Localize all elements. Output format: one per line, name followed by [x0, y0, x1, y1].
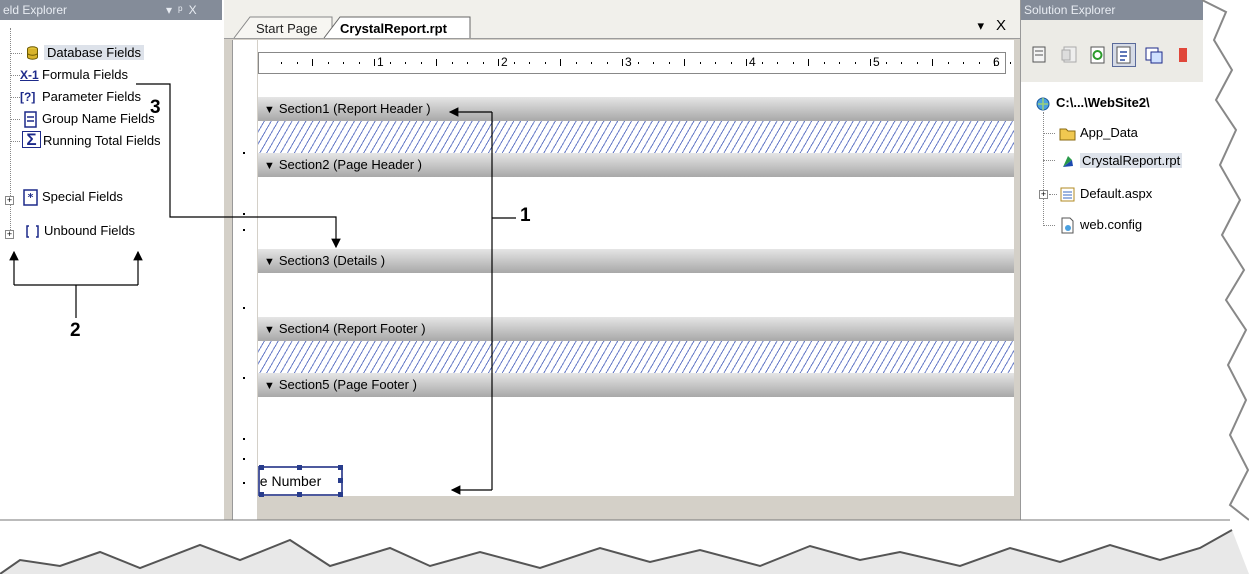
annotation-label-1: 1 — [520, 205, 531, 226]
annotation-arrow-3 — [136, 83, 341, 249]
annotation-label-3: 3 — [150, 97, 161, 118]
annotation-label-2: 2 — [70, 320, 81, 341]
annotation-overlay — [9, 83, 516, 495]
app-window: eld Explorer ▾ᵖX Database Fields X-1 Form… — [0, 0, 1249, 574]
